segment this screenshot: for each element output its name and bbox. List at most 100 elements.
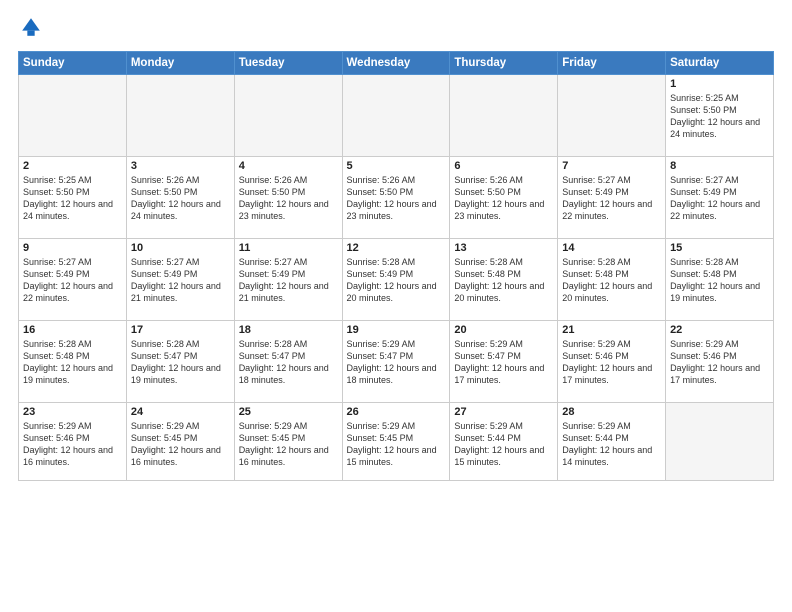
day-number: 17 xyxy=(131,324,230,336)
calendar-cell: 1 Sunrise: 5:25 AM Sunset: 5:50 PM Daylig… xyxy=(666,75,774,157)
calendar-header-row: SundayMondayTuesdayWednesdayThursdayFrid… xyxy=(19,52,774,75)
day-number: 23 xyxy=(23,406,122,418)
cell-info: Sunrise: 5:29 AM Sunset: 5:44 PM Dayligh… xyxy=(562,420,661,469)
logo-icon xyxy=(20,16,42,38)
cell-info: Sunrise: 5:26 AM Sunset: 5:50 PM Dayligh… xyxy=(239,174,338,223)
calendar-cell: 23 Sunrise: 5:29 AM Sunset: 5:46 PM Dayli… xyxy=(19,403,127,481)
day-number: 18 xyxy=(239,324,338,336)
day-number: 20 xyxy=(454,324,553,336)
day-number: 21 xyxy=(562,324,661,336)
day-number: 3 xyxy=(131,160,230,172)
calendar-cell xyxy=(126,75,234,157)
cell-info: Sunrise: 5:29 AM Sunset: 5:47 PM Dayligh… xyxy=(454,338,553,387)
calendar-cell: 18 Sunrise: 5:28 AM Sunset: 5:47 PM Dayli… xyxy=(234,321,342,403)
cell-info: Sunrise: 5:29 AM Sunset: 5:47 PM Dayligh… xyxy=(347,338,446,387)
calendar-week-row: 1 Sunrise: 5:25 AM Sunset: 5:50 PM Daylig… xyxy=(19,75,774,157)
calendar-cell: 28 Sunrise: 5:29 AM Sunset: 5:44 PM Dayli… xyxy=(558,403,666,481)
day-number: 12 xyxy=(347,242,446,254)
calendar-cell xyxy=(558,75,666,157)
day-number: 26 xyxy=(347,406,446,418)
day-number: 10 xyxy=(131,242,230,254)
calendar-cell: 10 Sunrise: 5:27 AM Sunset: 5:49 PM Dayli… xyxy=(126,239,234,321)
calendar-cell: 13 Sunrise: 5:28 AM Sunset: 5:48 PM Dayli… xyxy=(450,239,558,321)
day-number: 14 xyxy=(562,242,661,254)
cell-info: Sunrise: 5:28 AM Sunset: 5:47 PM Dayligh… xyxy=(239,338,338,387)
day-number: 5 xyxy=(347,160,446,172)
calendar-cell: 12 Sunrise: 5:28 AM Sunset: 5:49 PM Dayli… xyxy=(342,239,450,321)
calendar-cell: 22 Sunrise: 5:29 AM Sunset: 5:46 PM Dayli… xyxy=(666,321,774,403)
calendar-cell: 11 Sunrise: 5:27 AM Sunset: 5:49 PM Dayli… xyxy=(234,239,342,321)
calendar-cell: 26 Sunrise: 5:29 AM Sunset: 5:45 PM Dayli… xyxy=(342,403,450,481)
day-header-friday: Friday xyxy=(558,52,666,75)
cell-info: Sunrise: 5:26 AM Sunset: 5:50 PM Dayligh… xyxy=(131,174,230,223)
cell-info: Sunrise: 5:26 AM Sunset: 5:50 PM Dayligh… xyxy=(454,174,553,223)
calendar-cell: 6 Sunrise: 5:26 AM Sunset: 5:50 PM Daylig… xyxy=(450,157,558,239)
day-header-wednesday: Wednesday xyxy=(342,52,450,75)
calendar-week-row: 23 Sunrise: 5:29 AM Sunset: 5:46 PM Dayli… xyxy=(19,403,774,481)
calendar-cell: 16Sunrise: 5:28 AM Sunset: 5:48 PM Dayli… xyxy=(19,321,127,403)
calendar-cell: 24Sunrise: 5:29 AM Sunset: 5:45 PM Dayli… xyxy=(126,403,234,481)
day-number: 2 xyxy=(23,160,122,172)
cell-info: Sunrise: 5:26 AM Sunset: 5:50 PM Dayligh… xyxy=(347,174,446,223)
day-number: 4 xyxy=(239,160,338,172)
calendar-cell xyxy=(450,75,558,157)
calendar-cell: 20 Sunrise: 5:29 AM Sunset: 5:47 PM Dayli… xyxy=(450,321,558,403)
calendar-cell: 21 Sunrise: 5:29 AM Sunset: 5:46 PM Dayli… xyxy=(558,321,666,403)
cell-info: Sunrise: 5:27 AM Sunset: 5:49 PM Dayligh… xyxy=(131,256,230,305)
calendar-cell: 5 Sunrise: 5:26 AM Sunset: 5:50 PM Daylig… xyxy=(342,157,450,239)
calendar-table: SundayMondayTuesdayWednesdayThursdayFrid… xyxy=(18,51,774,481)
calendar-cell xyxy=(342,75,450,157)
cell-info: Sunrise: 5:29 AM Sunset: 5:45 PM Dayligh… xyxy=(131,420,230,469)
cell-info: Sunrise: 5:28 AM Sunset: 5:48 PM Dayligh… xyxy=(670,256,769,305)
calendar-week-row: 9 Sunrise: 5:27 AM Sunset: 5:49 PM Daylig… xyxy=(19,239,774,321)
cell-info: Sunrise: 5:29 AM Sunset: 5:45 PM Dayligh… xyxy=(347,420,446,469)
calendar-cell: 8 Sunrise: 5:27 AM Sunset: 5:49 PM Daylig… xyxy=(666,157,774,239)
day-number: 28 xyxy=(562,406,661,418)
cell-info: Sunrise: 5:25 AM Sunset: 5:50 PM Dayligh… xyxy=(670,92,769,141)
day-number: 13 xyxy=(454,242,553,254)
day-number: 19 xyxy=(347,324,446,336)
calendar-cell: 17 Sunrise: 5:28 AM Sunset: 5:47 PM Dayli… xyxy=(126,321,234,403)
calendar-cell: 19 Sunrise: 5:29 AM Sunset: 5:47 PM Dayli… xyxy=(342,321,450,403)
day-number: 22 xyxy=(670,324,769,336)
cell-info: Sunrise: 5:29 AM Sunset: 5:46 PM Dayligh… xyxy=(562,338,661,387)
cell-info: Sunrise: 5:28 AM Sunset: 5:47 PM Dayligh… xyxy=(131,338,230,387)
day-number: 6 xyxy=(454,160,553,172)
day-header-tuesday: Tuesday xyxy=(234,52,342,75)
calendar-cell: 3 Sunrise: 5:26 AM Sunset: 5:50 PM Daylig… xyxy=(126,157,234,239)
calendar-cell xyxy=(19,75,127,157)
cell-info: Sunrise: 5:28 AM Sunset: 5:48 PM Dayligh… xyxy=(23,338,122,387)
calendar-cell: 15 Sunrise: 5:28 AM Sunset: 5:48 PM Dayli… xyxy=(666,239,774,321)
cell-info: Sunrise: 5:27 AM Sunset: 5:49 PM Dayligh… xyxy=(23,256,122,305)
page: SundayMondayTuesdayWednesdayThursdayFrid… xyxy=(0,0,792,612)
header xyxy=(18,16,774,43)
calendar-cell: 25 Sunrise: 5:29 AM Sunset: 5:45 PM Dayli… xyxy=(234,403,342,481)
day-number: 27 xyxy=(454,406,553,418)
cell-info: Sunrise: 5:29 AM Sunset: 5:45 PM Dayligh… xyxy=(239,420,338,469)
day-number: 9 xyxy=(23,242,122,254)
cell-info: Sunrise: 5:28 AM Sunset: 5:49 PM Dayligh… xyxy=(347,256,446,305)
calendar-week-row: 2 Sunrise: 5:25 AM Sunset: 5:50 PM Daylig… xyxy=(19,157,774,239)
calendar-cell: 9 Sunrise: 5:27 AM Sunset: 5:49 PM Daylig… xyxy=(19,239,127,321)
cell-info: Sunrise: 5:29 AM Sunset: 5:46 PM Dayligh… xyxy=(670,338,769,387)
cell-info: Sunrise: 5:25 AM Sunset: 5:50 PM Dayligh… xyxy=(23,174,122,223)
cell-info: Sunrise: 5:27 AM Sunset: 5:49 PM Dayligh… xyxy=(239,256,338,305)
day-number: 8 xyxy=(670,160,769,172)
calendar-cell: 7Sunrise: 5:27 AM Sunset: 5:49 PM Daylig… xyxy=(558,157,666,239)
day-number: 15 xyxy=(670,242,769,254)
logo xyxy=(18,16,44,43)
cell-info: Sunrise: 5:27 AM Sunset: 5:49 PM Dayligh… xyxy=(670,174,769,223)
cell-info: Sunrise: 5:28 AM Sunset: 5:48 PM Dayligh… xyxy=(454,256,553,305)
calendar-cell: 27 Sunrise: 5:29 AM Sunset: 5:44 PM Dayli… xyxy=(450,403,558,481)
day-number: 11 xyxy=(239,242,338,254)
cell-info: Sunrise: 5:29 AM Sunset: 5:44 PM Dayligh… xyxy=(454,420,553,469)
day-header-thursday: Thursday xyxy=(450,52,558,75)
day-header-saturday: Saturday xyxy=(666,52,774,75)
day-number: 1 xyxy=(670,78,769,90)
cell-info: Sunrise: 5:29 AM Sunset: 5:46 PM Dayligh… xyxy=(23,420,122,469)
day-number: 25 xyxy=(239,406,338,418)
cell-info: Sunrise: 5:27 AM Sunset: 5:49 PM Dayligh… xyxy=(562,174,661,223)
calendar-cell xyxy=(666,403,774,481)
calendar-week-row: 16Sunrise: 5:28 AM Sunset: 5:48 PM Dayli… xyxy=(19,321,774,403)
cell-info: Sunrise: 5:28 AM Sunset: 5:48 PM Dayligh… xyxy=(562,256,661,305)
